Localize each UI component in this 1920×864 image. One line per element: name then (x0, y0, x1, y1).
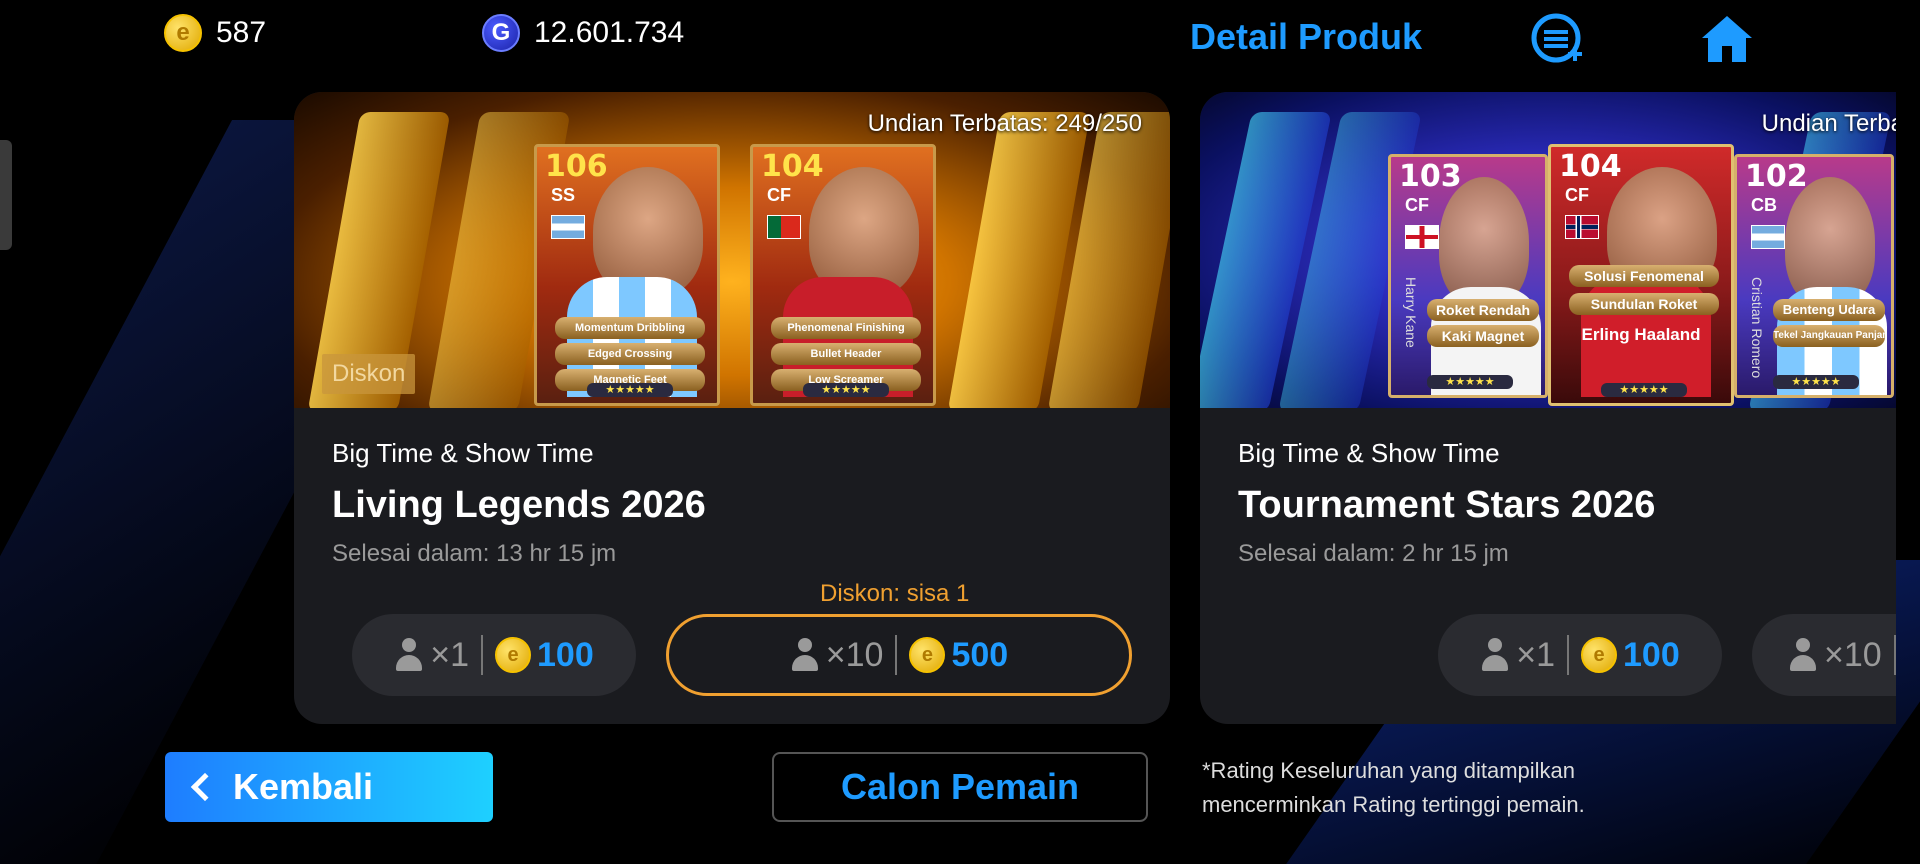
person-icon (1480, 638, 1510, 672)
buy-x10-button[interactable]: ×10 (1752, 614, 1896, 696)
limit-label: Undian Terbatas: 249/250 (867, 110, 1142, 137)
flag-norway-icon (1565, 215, 1599, 239)
flag-argentina-icon (551, 215, 585, 239)
player-card: 106 SS Momentum Dribbling Edged Crossing… (534, 144, 720, 406)
chevron-left-icon (190, 772, 220, 802)
coin-count: 587 (216, 16, 267, 49)
skill-label: Phenomenal Finishing (771, 317, 921, 339)
rating-footnote: *Rating Keseluruhan yang ditampilkan men… (1202, 758, 1585, 817)
limit-label: Undian Terbatas (1761, 110, 1896, 137)
player-card: 104 CF Solusi Fenomenal Sundulan Roket E… (1548, 144, 1734, 406)
card-title: Tournament Stars 2026 (1238, 484, 1656, 526)
stars-icon: ★★★★★ (803, 383, 889, 397)
price-label: 100 (1623, 635, 1680, 674)
coin-icon: e (1581, 637, 1618, 673)
stars-icon: ★★★★★ (587, 383, 673, 397)
skill-label: Benteng Udara (1773, 299, 1885, 321)
candidate-players-button[interactable]: Calon Pemain (772, 752, 1148, 822)
buy-x1-button[interactable]: ×1 e 100 (352, 614, 636, 696)
person-icon (790, 638, 820, 672)
banner-image: Undian Terbatas: 249/250 Diskon 106 SS M… (294, 92, 1170, 408)
back-button[interactable]: Kembali (165, 752, 493, 822)
side-tab-handle[interactable] (0, 140, 12, 250)
player-position: CB (1751, 195, 1777, 215)
player-card: 104 CF Phenomenal Finishing Bullet Heade… (750, 144, 936, 406)
discount-remaining-label: Diskon: sisa 1 (820, 580, 970, 607)
gp-count: 12.601.734 (534, 16, 685, 49)
player-rating: 103 (1399, 159, 1462, 194)
card-subtitle: Big Time & Show Time (1238, 438, 1500, 468)
skill-label: Momentum Dribbling (555, 317, 705, 339)
multiplier-label: ×10 (1824, 635, 1882, 674)
skill-label: Kaki Magnet (1427, 325, 1539, 347)
price-label: 100 (537, 635, 594, 674)
person-icon (1788, 638, 1818, 672)
player-rating: 104 (761, 149, 824, 184)
skill-label: Tekel Jangkauan Panjang (1773, 325, 1885, 347)
multiplier-label: ×1 (430, 635, 470, 674)
buy-x10-button[interactable]: ×10 e 500 (666, 614, 1132, 696)
skill-label: Edged Crossing (555, 343, 705, 365)
player-position: CF (1565, 185, 1589, 205)
back-label: Kembali (233, 766, 374, 807)
ends-in-label: Selesai dalam: 13 hr 15 jm (332, 540, 617, 567)
stars-icon: ★★★★★ (1773, 375, 1859, 389)
flag-england-icon (1405, 225, 1439, 249)
player-position: CF (767, 185, 791, 205)
gp-balance: G 12.601.734 (482, 14, 684, 52)
player-rating: 104 (1559, 149, 1622, 184)
coin-icon: e (164, 14, 202, 52)
card-title: Living Legends 2026 (332, 484, 706, 526)
discount-tag: Diskon (322, 354, 416, 394)
buy-x1-button[interactable]: ×1 e 100 (1438, 614, 1722, 696)
player-position: CF (1405, 195, 1429, 215)
player-rating: 102 (1745, 159, 1808, 194)
skill-label: Solusi Fenomenal (1569, 265, 1719, 287)
coin-icon: e (495, 637, 532, 673)
detail-produk-link[interactable]: Detail Produk (1190, 16, 1422, 58)
coin-plus-icon[interactable] (1530, 12, 1584, 66)
ends-in-label: Selesai dalam: 2 hr 15 jm (1238, 540, 1509, 567)
stars-icon: ★★★★★ (1427, 375, 1513, 389)
price-label: 500 (951, 635, 1009, 674)
coin-balance: e 587 (164, 14, 266, 52)
gp-icon: G (482, 14, 520, 52)
player-card: 102 CB Cristian Romero Benteng Udara Tek… (1734, 154, 1894, 398)
skill-label: Sundulan Roket (1569, 293, 1719, 315)
banner-image: Undian Terbatas 103 CF Harry Kane Roket … (1200, 92, 1896, 408)
banner-card-living-legends[interactable]: Undian Terbatas: 249/250 Diskon 106 SS M… (294, 92, 1170, 724)
player-name: Harry Kane (1403, 277, 1419, 348)
flag-argentina-icon (1751, 225, 1785, 249)
skill-label: Roket Rendah (1427, 299, 1539, 321)
multiplier-label: ×1 (1516, 635, 1556, 674)
player-card: 103 CF Harry Kane Roket Rendah Kaki Magn… (1388, 154, 1548, 398)
skill-label: Bullet Header (771, 343, 921, 365)
player-name: Erling Haaland (1581, 325, 1701, 344)
stars-icon: ★★★★★ (1601, 383, 1687, 397)
flag-portugal-icon (767, 215, 801, 239)
banner-card-tournament-stars[interactable]: Undian Terbatas 103 CF Harry Kane Roket … (1200, 92, 1896, 724)
player-rating: 106 (545, 149, 608, 184)
player-name: Cristian Romero (1749, 277, 1765, 379)
player-position: SS (551, 185, 576, 205)
coin-icon: e (909, 637, 946, 673)
multiplier-label: ×10 (825, 635, 884, 674)
person-icon (394, 638, 424, 672)
home-icon[interactable] (1700, 12, 1754, 66)
card-subtitle: Big Time & Show Time (332, 438, 594, 468)
